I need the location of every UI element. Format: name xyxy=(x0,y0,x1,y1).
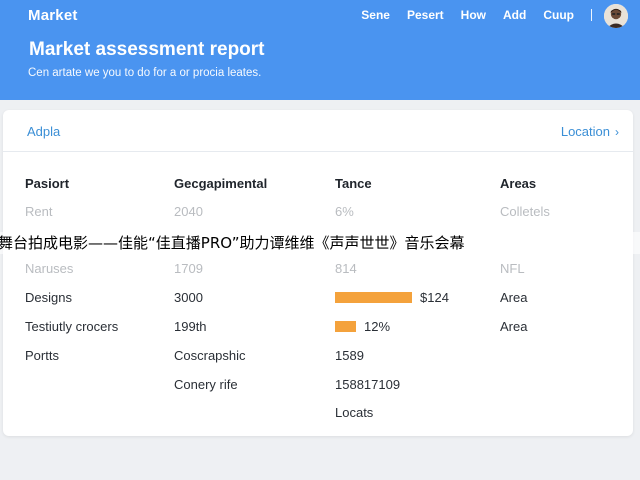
table-cell-value: $124 xyxy=(420,290,449,305)
table-cell-bar: $124 xyxy=(335,290,449,305)
table-cell: 158817109 xyxy=(335,377,401,392)
nav-divider xyxy=(591,9,592,21)
column-header-pasiort: Pasiort xyxy=(25,176,70,191)
nav-item-how[interactable]: How xyxy=(461,8,486,22)
table-cell: Conery rife xyxy=(174,377,238,392)
table-cell: Naruses xyxy=(25,261,74,276)
user-avatar[interactable] xyxy=(604,4,628,28)
page-subtitle: Cen artate we you to do for a or procia … xyxy=(28,67,262,79)
table-cell: Portts xyxy=(25,348,59,363)
nav-item-cuup[interactable]: Cuup xyxy=(543,8,574,22)
caption-overlay: 舞台拍成电影——佳能“佳直播PRO”助力谭维维《声声世世》音乐会幕 xyxy=(0,232,640,254)
table-cell: 1709 xyxy=(174,261,203,276)
table-cell-value: 12% xyxy=(364,319,391,334)
progress-bar xyxy=(335,321,356,332)
table-cell: Coscrapshic xyxy=(174,348,246,363)
table-cell: Area xyxy=(500,319,528,334)
table-cell: Rent xyxy=(25,204,53,219)
table-cell: 3000 xyxy=(174,290,203,305)
page-title: Market assessment report xyxy=(29,39,265,60)
brand-logo[interactable]: Market xyxy=(28,7,78,24)
nav-item-pesert[interactable]: Pesert xyxy=(407,8,444,22)
table-cell: 2040 xyxy=(174,204,203,219)
top-nav: Sene Pesert How Add Cuup xyxy=(361,8,592,22)
hero-header: Market Sene Pesert How Add Cuup Market a… xyxy=(0,0,640,100)
table-cell: Testiutly crocers xyxy=(25,319,119,334)
report-card: Adpla Location › Pasiort Gecgapimental T… xyxy=(3,110,633,436)
progress-bar xyxy=(335,292,412,303)
location-link-label: Location xyxy=(560,124,610,139)
table-cell: 199th xyxy=(174,319,207,334)
avatar-image xyxy=(604,4,628,28)
table-cell: 1589 xyxy=(335,348,364,363)
table-cell: Colletels xyxy=(500,204,550,219)
card-header: Adpla Location › xyxy=(3,110,633,152)
nav-item-sene[interactable]: Sene xyxy=(361,8,390,22)
table-cell-bar: 12% xyxy=(335,319,390,334)
card-tab-adpla[interactable]: Adpla xyxy=(27,124,60,139)
table-cell: Designs xyxy=(25,290,72,305)
chevron-right-icon: › xyxy=(615,124,619,139)
table-cell: Area xyxy=(500,290,528,305)
table-cell: 814 xyxy=(335,261,357,276)
table-cell: NFL xyxy=(500,261,525,276)
nav-item-add[interactable]: Add xyxy=(503,8,526,22)
column-header-areas: Areas xyxy=(500,176,537,191)
location-link[interactable]: Location › xyxy=(561,124,619,139)
table-cell: Locats xyxy=(335,405,374,420)
table-cell: 6% xyxy=(335,204,354,219)
column-header-tance: Tance xyxy=(335,176,372,191)
column-header-gecgapimental: Gecgapimental xyxy=(174,176,268,191)
